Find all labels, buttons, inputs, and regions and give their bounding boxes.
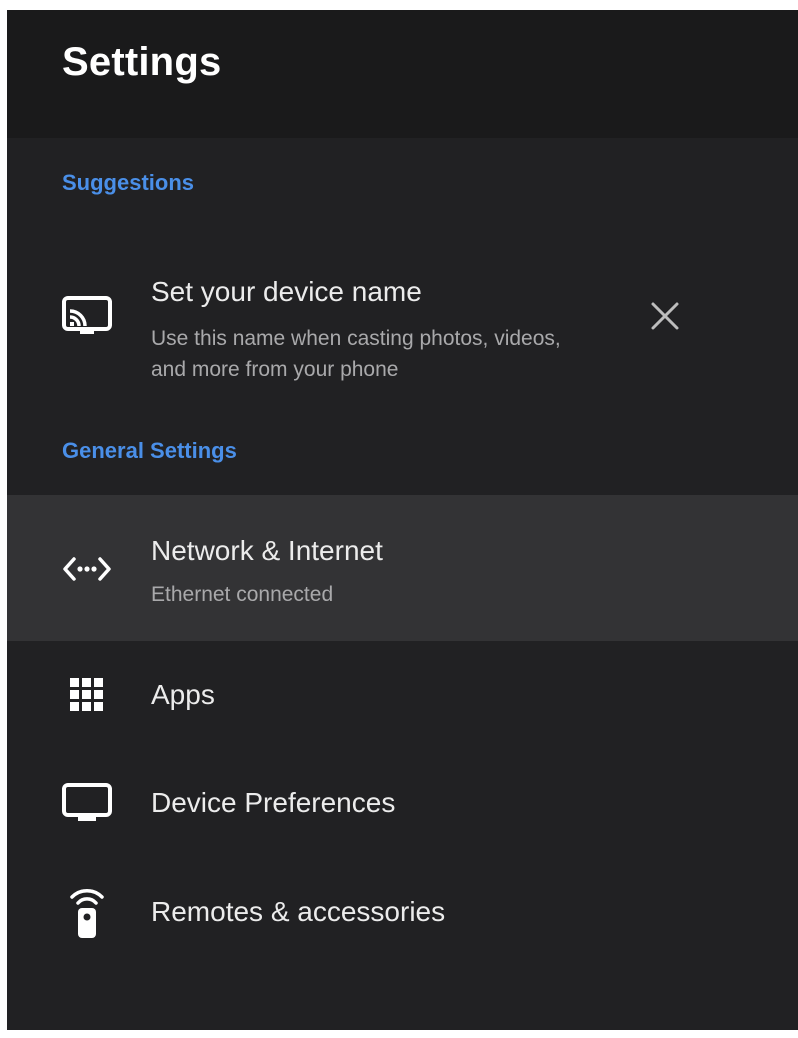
suggestion-title: Set your device name [151,276,422,307]
tv-icon [59,781,115,825]
suggestion-subtitle-line2: and more from your phone [151,358,399,381]
close-icon [650,301,680,336]
remote-icon [59,885,115,941]
page-title: Settings [62,40,222,84]
menu-item-network-internet[interactable]: Network & Internet Ethernet connected [7,495,798,641]
settings-panel: Settings Suggestions Set your device nam… [7,10,798,1030]
menu-item-apps[interactable]: Apps [7,650,798,742]
cast-icon [59,294,115,338]
network-icon [59,547,115,591]
general-settings-section-label: General Settings [62,438,237,463]
menu-item-remotes-accessories[interactable]: Remotes & accessories [7,867,798,959]
apps-grid-icon [59,673,115,717]
menu-item-subtitle: Ethernet connected [151,583,334,606]
header: Settings [7,10,798,138]
menu-item-device-preferences[interactable]: Device Preferences [7,758,798,850]
menu-item-title: Remotes & accessories [151,896,446,927]
menu-item-title: Apps [151,679,215,710]
suggestions-section-label: Suggestions [62,170,195,195]
suggestion-subtitle-line1: Use this name when casting photos, video… [151,327,561,350]
menu-item-title: Device Preferences [151,787,396,818]
menu-item-title: Network & Internet [151,535,383,566]
dismiss-suggestion-button[interactable] [647,300,683,336]
